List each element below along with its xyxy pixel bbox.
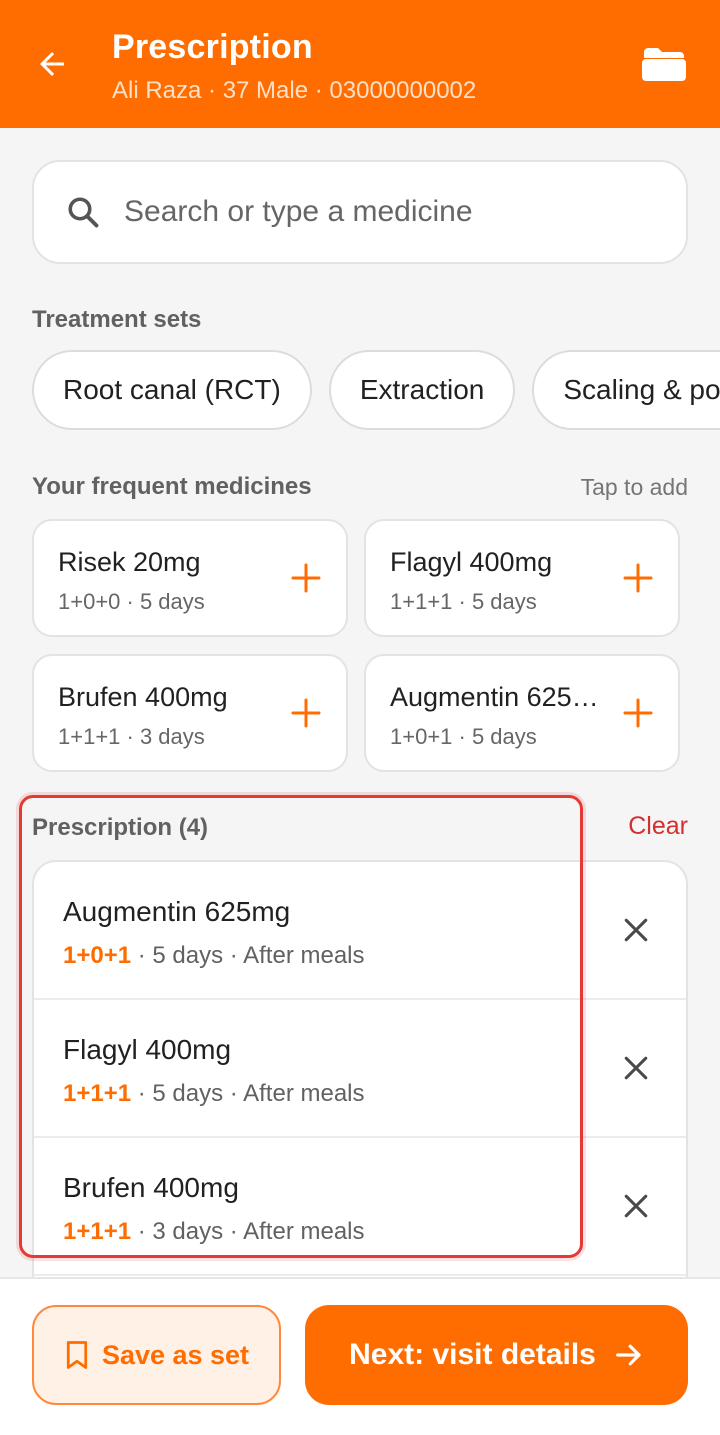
- medicine-name: Augmentin 625mg: [390, 682, 608, 712]
- rx-dose: 1+1+1: [63, 1080, 132, 1107]
- frequent-medicine-card[interactable]: Flagyl 400mg 1+1+1 · 5 days: [364, 519, 680, 637]
- remove-item-button[interactable]: [618, 1050, 654, 1086]
- rx-medicine-details: 1+1+1 · 5 days · After meals: [63, 1080, 365, 1108]
- close-icon: [624, 1056, 648, 1080]
- frequent-medicine-card[interactable]: Brufen 400mg 1+1+1 · 3 days: [32, 654, 348, 772]
- plus-icon[interactable]: [622, 697, 654, 729]
- chip-extraction[interactable]: Extraction: [328, 350, 516, 430]
- frequent-medicine-card[interactable]: Augmentin 625mg 1+0+1 · 5 days: [364, 654, 680, 772]
- save-as-set-button[interactable]: Save as set: [32, 1305, 281, 1405]
- clear-prescription-button[interactable]: Clear: [628, 812, 688, 841]
- medicine-dosage: 1+0+0 · 5 days: [58, 589, 205, 614]
- page-title: Prescription: [112, 28, 313, 66]
- prescription-count-label: Prescription (4): [32, 814, 209, 841]
- prescription-item: Flagyl 400mg 1+1+1 · 5 days · After meal…: [34, 1000, 686, 1138]
- medicine-name: Brufen 400mg: [58, 682, 228, 712]
- rx-medicine-name: Augmentin 625mg: [63, 896, 291, 927]
- plus-icon[interactable]: [622, 562, 654, 594]
- plus-icon[interactable]: [290, 562, 322, 594]
- bookmark-icon: [66, 1341, 88, 1369]
- frequent-medicines-label: Your frequent medicines: [32, 473, 312, 500]
- prescription-item: Augmentin 625mg 1+0+1 · 5 days · After m…: [34, 862, 686, 1000]
- medicine-dosage: 1+1+1 · 5 days: [390, 589, 537, 614]
- frequent-medicine-card[interactable]: Risek 20mg 1+0+0 · 5 days: [32, 519, 348, 637]
- close-icon: [624, 1194, 648, 1218]
- plus-icon[interactable]: [290, 697, 322, 729]
- next-visit-details-label: Next: visit details: [349, 1338, 596, 1371]
- remove-item-button[interactable]: [618, 1188, 654, 1224]
- medicine-search-input[interactable]: [124, 195, 664, 229]
- rx-dose: 1+1+1: [63, 1218, 132, 1245]
- treatment-sets-label: Treatment sets: [32, 306, 202, 333]
- medicine-dosage: 1+0+1 · 5 days: [390, 724, 537, 749]
- prescription-list: Augmentin 625mg 1+0+1 · 5 days · After m…: [32, 860, 688, 1280]
- rx-medicine-name: Flagyl 400mg: [63, 1034, 232, 1065]
- chip-scaling-polishing[interactable]: Scaling & polishing: [532, 350, 720, 430]
- folder-icon: [642, 48, 686, 81]
- app-bar: Prescription Ali Raza · 37 Male · 030000…: [0, 0, 720, 128]
- rx-medicine-details: 1+1+1 · 3 days · After meals: [63, 1218, 365, 1246]
- bottom-action-bar: Save as set Next: visit details: [0, 1277, 720, 1435]
- rx-schedule: · 5 days · After meals: [131, 942, 365, 969]
- remove-item-button[interactable]: [618, 912, 654, 948]
- chip-root-canal[interactable]: Root canal (RCT): [32, 350, 312, 430]
- search-icon: [64, 193, 102, 231]
- medicine-name: Flagyl 400mg: [390, 547, 553, 577]
- medicine-dosage: 1+1+1 · 3 days: [58, 724, 205, 749]
- arrow-right-icon: [616, 1344, 641, 1366]
- save-as-set-label: Save as set: [101, 1339, 250, 1370]
- arrow-left-icon: [40, 52, 64, 76]
- next-visit-details-button[interactable]: Next: visit details: [305, 1305, 688, 1405]
- medicine-name: Risek 20mg: [58, 547, 201, 577]
- tap-to-add-hint: Tap to add: [580, 474, 688, 500]
- rx-schedule: · 3 days · After meals: [131, 1218, 365, 1245]
- medicine-search-box[interactable]: [32, 160, 688, 264]
- rx-schedule: · 5 days · After meals: [131, 1080, 365, 1107]
- patient-info: Ali Raza · 37 Male · 03000000002: [112, 77, 477, 104]
- folder-button[interactable]: [638, 40, 690, 88]
- rx-medicine-details: 1+0+1 · 5 days · After meals: [63, 942, 365, 970]
- back-button[interactable]: [28, 40, 76, 88]
- treatment-sets-chips: Root canal (RCT) Extraction Scaling & po…: [32, 350, 720, 432]
- prescription-item: Brufen 400mg 1+1+1 · 3 days · After meal…: [34, 1138, 686, 1276]
- rx-dose: 1+0+1: [63, 942, 132, 969]
- rx-medicine-name: Brufen 400mg: [63, 1172, 239, 1203]
- close-icon: [624, 918, 648, 942]
